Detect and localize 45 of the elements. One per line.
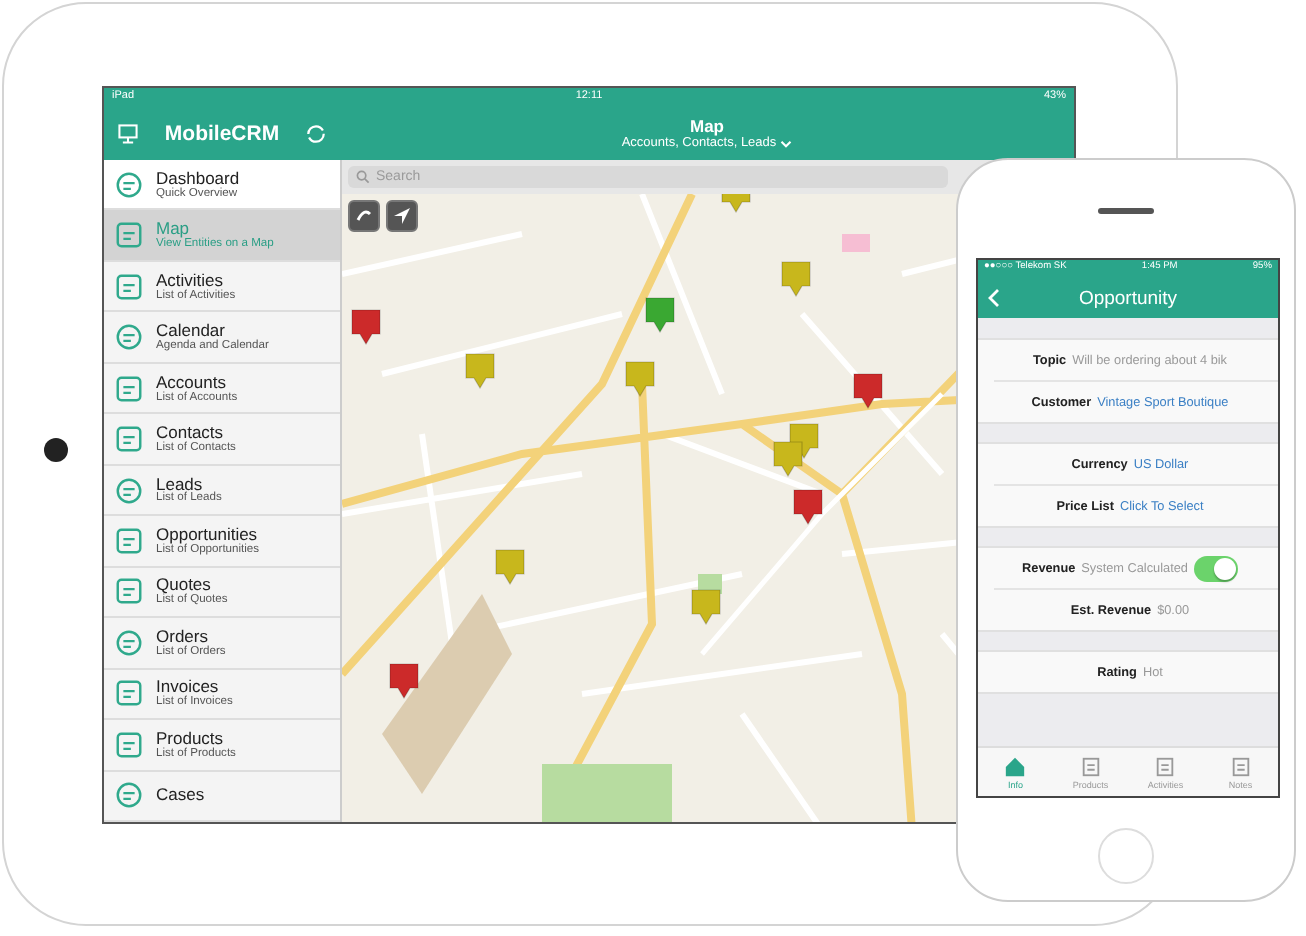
menu-item-icon — [114, 169, 144, 200]
menu-item-title: Products — [156, 729, 224, 748]
search-icon — [356, 170, 370, 184]
screen-title: Opportunity — [1078, 287, 1178, 309]
map-layers-button[interactable] — [348, 200, 380, 232]
computer-icon[interactable] — [116, 121, 140, 145]
menu-item-icon — [114, 729, 144, 760]
speaker-icon — [1098, 208, 1154, 214]
menu-item-title: Cases — [156, 786, 205, 805]
menu-item-title: Opportunities — [156, 526, 258, 544]
app-title: MobileCRM — [164, 121, 280, 145]
document-icon — [1229, 755, 1252, 777]
menu-item-title: Leads — [156, 475, 203, 493]
arrow-icon — [392, 206, 412, 226]
house-icon — [1004, 755, 1027, 777]
back-icon[interactable] — [988, 288, 1000, 308]
sync-icon[interactable] — [303, 121, 328, 145]
menu-item-icon — [114, 526, 144, 557]
menu-item-title: Accounts — [156, 373, 228, 392]
menu-item-icon — [114, 780, 144, 811]
document-icon — [1154, 755, 1177, 777]
menu-item-title: Contacts — [156, 424, 224, 442]
sidebar-item[interactable]: Cases — [104, 771, 340, 822]
curve-icon — [354, 206, 374, 226]
menu-item-icon — [114, 576, 144, 607]
menu-item-title: Quotes — [156, 576, 211, 595]
map-title: Map — [690, 116, 724, 136]
toggle-switch[interactable] — [1193, 555, 1238, 581]
menu-item-title: Map — [156, 220, 190, 239]
menu-item-title: Calendar — [156, 322, 225, 341]
menu-item-icon — [114, 627, 144, 658]
menu-item-icon — [114, 373, 144, 404]
menu-item-icon — [114, 424, 144, 455]
document-icon — [1079, 755, 1102, 777]
location-button[interactable] — [386, 200, 418, 232]
menu-item-title: Dashboard — [156, 169, 240, 188]
menu-item-title: Orders — [156, 627, 208, 646]
menu-item-icon — [114, 322, 144, 353]
menu-item-title: Activities — [156, 271, 224, 290]
menu-item-icon — [114, 271, 144, 302]
menu-item-title: Invoices — [156, 678, 219, 697]
menu-item-icon — [114, 678, 144, 709]
menu-item-icon — [114, 475, 144, 506]
menu-item-icon — [114, 220, 144, 251]
chevron-down-icon — [780, 139, 793, 147]
